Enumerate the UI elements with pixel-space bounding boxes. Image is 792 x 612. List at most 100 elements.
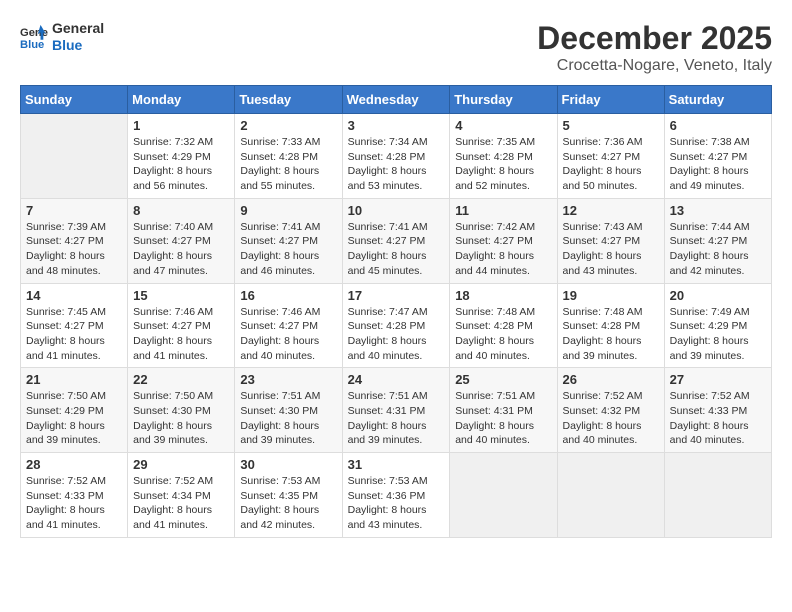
- calendar-week-row: 1 Sunrise: 7:32 AMSunset: 4:29 PMDaylight…: [21, 114, 772, 199]
- day-number: 2: [240, 118, 336, 133]
- day-number: 15: [133, 288, 229, 303]
- day-header-wednesday: Wednesday: [342, 86, 450, 114]
- calendar-cell: [557, 453, 664, 538]
- calendar-cell: 14 Sunrise: 7:45 AMSunset: 4:27 PMDayligh…: [21, 283, 128, 368]
- calendar-week-row: 28Sunrise: 7:52 AMSunset: 4:33 PMDayligh…: [21, 453, 772, 538]
- day-number: 27: [670, 372, 766, 387]
- calendar-cell: 3Sunrise: 7:34 AMSunset: 4:28 PMDaylight…: [342, 114, 450, 199]
- day-info: Sunrise: 7:39 AMSunset: 4:27 PMDaylight:…: [26, 220, 122, 279]
- day-header-sunday: Sunday: [21, 86, 128, 114]
- day-number: 10: [348, 203, 445, 218]
- day-header-saturday: Saturday: [664, 86, 771, 114]
- calendar-cell: 28Sunrise: 7:52 AMSunset: 4:33 PMDayligh…: [21, 453, 128, 538]
- day-info: Sunrise: 7:53 AMSunset: 4:35 PMDaylight:…: [240, 474, 336, 533]
- day-info: Sunrise: 7:33 AMSunset: 4:28 PMDaylight:…: [240, 135, 336, 194]
- day-number: 17: [348, 288, 445, 303]
- calendar-cell: 30 Sunrise: 7:53 AMSunset: 4:35 PMDayligh…: [235, 453, 342, 538]
- day-info: Sunrise: 7:40 AMSunset: 4:27 PMDaylight:…: [133, 220, 229, 279]
- day-number: 29: [133, 457, 229, 472]
- calendar-cell: 23Sunrise: 7:51 AMSunset: 4:30 PMDayligh…: [235, 368, 342, 453]
- logo-blue: Blue: [52, 37, 104, 54]
- day-info: Sunrise: 7:34 AMSunset: 4:28 PMDaylight:…: [348, 135, 445, 194]
- calendar-cell: 8 Sunrise: 7:40 AMSunset: 4:27 PMDaylight…: [128, 198, 235, 283]
- calendar-cell: 24 Sunrise: 7:51 AMSunset: 4:31 PMDayligh…: [342, 368, 450, 453]
- day-info: Sunrise: 7:41 AMSunset: 4:27 PMDaylight:…: [240, 220, 336, 279]
- day-info: Sunrise: 7:38 AMSunset: 4:27 PMDaylight:…: [670, 135, 766, 194]
- day-number: 21: [26, 372, 122, 387]
- calendar-cell: 18 Sunrise: 7:48 AMSunset: 4:28 PMDayligh…: [450, 283, 557, 368]
- calendar-cell: 13 Sunrise: 7:44 AMSunset: 4:27 PMDayligh…: [664, 198, 771, 283]
- svg-text:Blue: Blue: [20, 39, 44, 51]
- day-info: Sunrise: 7:49 AMSunset: 4:29 PMDaylight:…: [670, 305, 766, 364]
- day-number: 8: [133, 203, 229, 218]
- day-number: 24: [348, 372, 445, 387]
- day-header-friday: Friday: [557, 86, 664, 114]
- day-header-monday: Monday: [128, 86, 235, 114]
- calendar-cell: [664, 453, 771, 538]
- day-number: 18: [455, 288, 551, 303]
- svg-text:General: General: [20, 27, 48, 39]
- day-number: 11: [455, 203, 551, 218]
- day-info: Sunrise: 7:36 AMSunset: 4:27 PMDaylight:…: [563, 135, 659, 194]
- calendar-cell: 7 Sunrise: 7:39 AMSunset: 4:27 PMDaylight…: [21, 198, 128, 283]
- day-info: Sunrise: 7:52 AMSunset: 4:33 PMDaylight:…: [670, 389, 766, 448]
- calendar-cell: 5Sunrise: 7:36 AMSunset: 4:27 PMDaylight…: [557, 114, 664, 199]
- calendar-cell: [21, 114, 128, 199]
- day-info: Sunrise: 7:32 AMSunset: 4:29 PMDaylight:…: [133, 135, 229, 194]
- day-info: Sunrise: 7:48 AMSunset: 4:28 PMDaylight:…: [455, 305, 551, 364]
- logo: General Blue General Blue: [20, 20, 104, 54]
- day-header-tuesday: Tuesday: [235, 86, 342, 114]
- logo-icon: General Blue: [20, 23, 48, 51]
- calendar-cell: 19Sunrise: 7:48 AMSunset: 4:28 PMDayligh…: [557, 283, 664, 368]
- day-info: Sunrise: 7:52 AMSunset: 4:32 PMDaylight:…: [563, 389, 659, 448]
- calendar-cell: 12Sunrise: 7:43 AMSunset: 4:27 PMDayligh…: [557, 198, 664, 283]
- calendar-header-row: SundayMondayTuesdayWednesdayThursdayFrid…: [21, 86, 772, 114]
- page-header: General Blue General Blue December 2025 …: [20, 20, 772, 75]
- calendar-week-row: 7 Sunrise: 7:39 AMSunset: 4:27 PMDaylight…: [21, 198, 772, 283]
- calendar-cell: 9 Sunrise: 7:41 AMSunset: 4:27 PMDaylight…: [235, 198, 342, 283]
- calendar-cell: 17 Sunrise: 7:47 AMSunset: 4:28 PMDayligh…: [342, 283, 450, 368]
- day-number: 9: [240, 203, 336, 218]
- day-number: 20: [670, 288, 766, 303]
- day-info: Sunrise: 7:51 AMSunset: 4:30 PMDaylight:…: [240, 389, 336, 448]
- day-info: Sunrise: 7:46 AMSunset: 4:27 PMDaylight:…: [133, 305, 229, 364]
- calendar-cell: 21 Sunrise: 7:50 AMSunset: 4:29 PMDayligh…: [21, 368, 128, 453]
- day-info: Sunrise: 7:47 AMSunset: 4:28 PMDaylight:…: [348, 305, 445, 364]
- day-info: Sunrise: 7:42 AMSunset: 4:27 PMDaylight:…: [455, 220, 551, 279]
- day-info: Sunrise: 7:50 AMSunset: 4:30 PMDaylight:…: [133, 389, 229, 448]
- calendar-cell: 6Sunrise: 7:38 AMSunset: 4:27 PMDaylight…: [664, 114, 771, 199]
- day-number: 1: [133, 118, 229, 133]
- calendar-cell: 29 Sunrise: 7:52 AMSunset: 4:34 PMDayligh…: [128, 453, 235, 538]
- calendar-cell: 31Sunrise: 7:53 AMSunset: 4:36 PMDayligh…: [342, 453, 450, 538]
- calendar-cell: [450, 453, 557, 538]
- day-number: 22: [133, 372, 229, 387]
- day-number: 13: [670, 203, 766, 218]
- day-info: Sunrise: 7:45 AMSunset: 4:27 PMDaylight:…: [26, 305, 122, 364]
- day-info: Sunrise: 7:44 AMSunset: 4:27 PMDaylight:…: [670, 220, 766, 279]
- calendar-cell: 22 Sunrise: 7:50 AMSunset: 4:30 PMDayligh…: [128, 368, 235, 453]
- day-info: Sunrise: 7:50 AMSunset: 4:29 PMDaylight:…: [26, 389, 122, 448]
- day-info: Sunrise: 7:41 AMSunset: 4:27 PMDaylight:…: [348, 220, 445, 279]
- day-number: 28: [26, 457, 122, 472]
- logo-general: General: [52, 20, 104, 37]
- calendar-cell: 1 Sunrise: 7:32 AMSunset: 4:29 PMDaylight…: [128, 114, 235, 199]
- calendar-cell: 4Sunrise: 7:35 AMSunset: 4:28 PMDaylight…: [450, 114, 557, 199]
- day-info: Sunrise: 7:43 AMSunset: 4:27 PMDaylight:…: [563, 220, 659, 279]
- calendar-cell: 20 Sunrise: 7:49 AMSunset: 4:29 PMDayligh…: [664, 283, 771, 368]
- location-title: Crocetta-Nogare, Veneto, Italy: [537, 57, 772, 75]
- day-info: Sunrise: 7:51 AMSunset: 4:31 PMDaylight:…: [455, 389, 551, 448]
- day-number: 26: [563, 372, 659, 387]
- day-number: 7: [26, 203, 122, 218]
- day-number: 14: [26, 288, 122, 303]
- day-info: Sunrise: 7:52 AMSunset: 4:34 PMDaylight:…: [133, 474, 229, 533]
- day-number: 31: [348, 457, 445, 472]
- day-info: Sunrise: 7:51 AMSunset: 4:31 PMDaylight:…: [348, 389, 445, 448]
- day-info: Sunrise: 7:46 AMSunset: 4:27 PMDaylight:…: [240, 305, 336, 364]
- day-number: 16: [240, 288, 336, 303]
- day-number: 4: [455, 118, 551, 133]
- day-number: 30: [240, 457, 336, 472]
- calendar-cell: 27 Sunrise: 7:52 AMSunset: 4:33 PMDayligh…: [664, 368, 771, 453]
- calendar-cell: 16 Sunrise: 7:46 AMSunset: 4:27 PMDayligh…: [235, 283, 342, 368]
- calendar-cell: 25Sunrise: 7:51 AMSunset: 4:31 PMDayligh…: [450, 368, 557, 453]
- calendar-table: SundayMondayTuesdayWednesdayThursdayFrid…: [20, 85, 772, 538]
